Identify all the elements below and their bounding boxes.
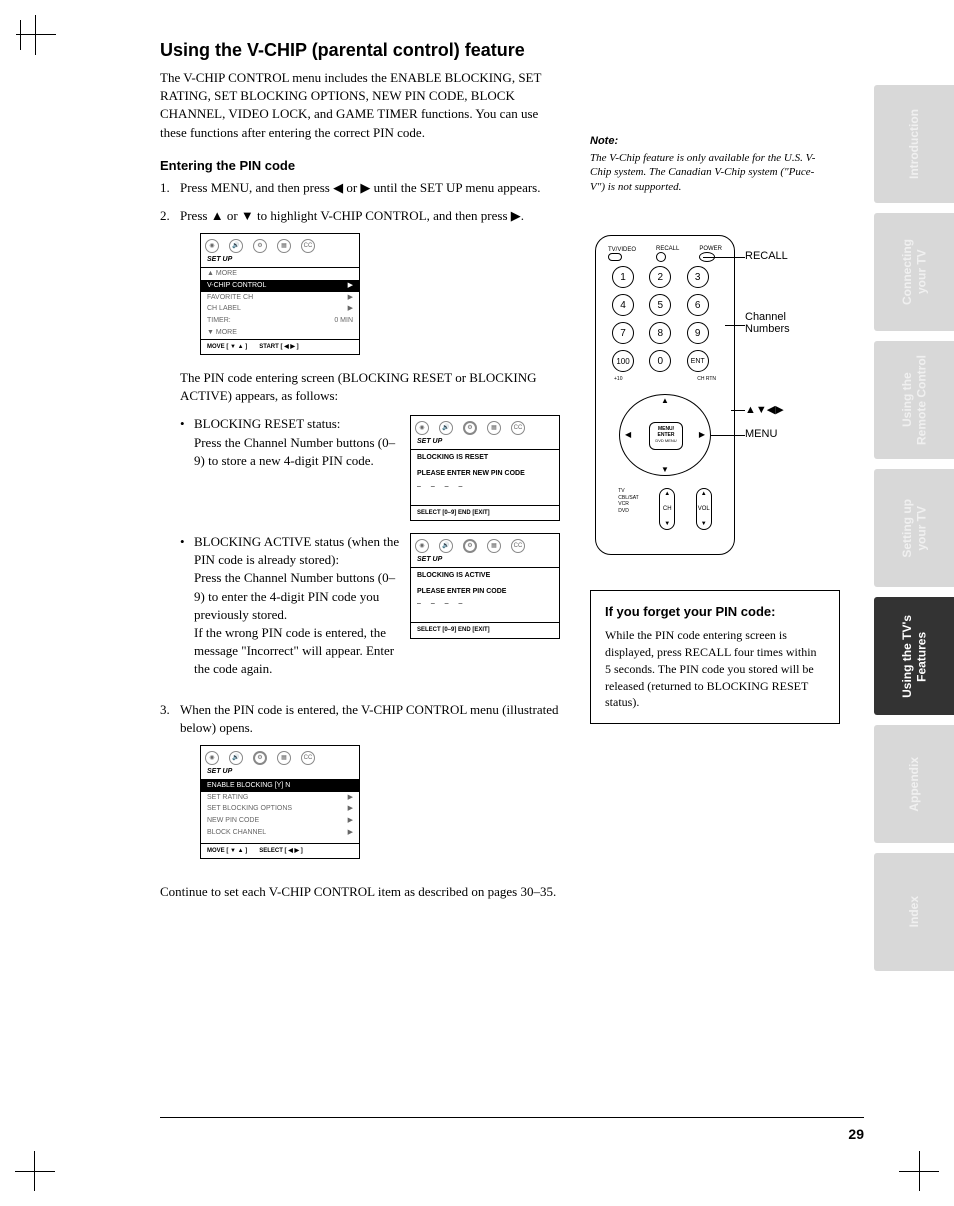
osd-blocking-active: ◉ 🔊 ⚙ ▦ CC SET UP BLOCKING IS ACTIVE PLE… — [410, 533, 560, 639]
ent-button: ENT — [687, 350, 709, 372]
step-3: 3. When the PIN code is entered, the V-C… — [160, 701, 560, 874]
audio-icon: 🔊 — [229, 239, 243, 253]
num-0: 0 — [649, 350, 671, 372]
theater-icon: ▦ — [277, 751, 291, 765]
menu-button: MENU/ ENTERDVD MENU — [649, 422, 683, 450]
setup-icon: ⚙ — [463, 539, 477, 553]
picture-icon: ◉ — [415, 421, 429, 435]
picture-icon: ◉ — [205, 751, 219, 765]
tip-box: If you forget your PIN code: While the P… — [590, 590, 840, 724]
theater-icon: ▦ — [487, 421, 501, 435]
cc-icon: CC — [511, 421, 525, 435]
note-block: Note: The V-Chip feature is only availab… — [590, 135, 820, 194]
bullet-active: • BLOCKING ACTIVE status (when the PIN c… — [180, 533, 400, 679]
page-number: 29 — [848, 1126, 864, 1142]
callout-recall: RECALL — [745, 250, 788, 262]
num-6: 6 — [687, 294, 709, 316]
vol-rocker: ▲VOL▼ — [696, 488, 712, 530]
setup-icon: ⚙ — [253, 239, 267, 253]
callout-channel: Channel Numbers — [745, 311, 790, 335]
num-1: 1 — [612, 266, 634, 288]
intro-text: The V-CHIP CONTROL menu includes the ENA… — [160, 69, 560, 142]
theater-icon: ▦ — [487, 539, 501, 553]
page-heading: Using the V-CHIP (parental control) feat… — [160, 40, 894, 61]
remote-diagram: TV/VIDEO RECALL POWER 1 2 3 4 5 6 7 8 9 … — [595, 235, 875, 555]
callout-menu: MENU — [745, 428, 777, 440]
picture-icon: ◉ — [415, 539, 429, 553]
audio-icon: 🔊 — [229, 751, 243, 765]
picture-icon: ◉ — [205, 239, 219, 253]
ch-rocker: ▲CH▼ — [659, 488, 675, 530]
num-5: 5 — [649, 294, 671, 316]
bullet-reset: • BLOCKING RESET status: Press the Chann… — [180, 415, 400, 470]
num-4: 4 — [612, 294, 634, 316]
audio-icon: 🔊 — [439, 421, 453, 435]
callout-arrows: ▲▼◀▶ — [745, 403, 784, 416]
continue-text: Continue to set each V-CHIP CONTROL item… — [160, 883, 560, 901]
osd-setup-menu: ◉ 🔊 ⚙ ▦ CC SET UP ▲ MORE V-CHIP CONTROL▶… — [200, 233, 360, 355]
audio-icon: 🔊 — [439, 539, 453, 553]
cc-icon: CC — [301, 751, 315, 765]
num-7: 7 — [612, 322, 634, 344]
step-2-after: The PIN code entering screen (BLOCKING R… — [180, 369, 560, 405]
dpad: MENU/ ENTERDVD MENU ▲ ▼ ◀ ▶ — [615, 390, 715, 480]
osd-blocking-reset: ◉ 🔊 ⚙ ▦ CC SET UP BLOCKING IS RESET PLEA… — [410, 415, 560, 521]
step-1: 1. Press MENU, and then press ◀ or ▶ unt… — [160, 179, 560, 197]
num-100: 100 — [612, 350, 634, 372]
num-8: 8 — [649, 322, 671, 344]
setup-icon: ⚙ — [463, 421, 477, 435]
osd-vchip-control: ◉ 🔊 ⚙ ▦ CC SET UP ENABLE BLOCKING [Y] N … — [200, 745, 360, 859]
theater-icon: ▦ — [277, 239, 291, 253]
cc-icon: CC — [301, 239, 315, 253]
setup-icon: ⚙ — [253, 751, 267, 765]
tvvideo-button — [608, 253, 622, 261]
num-2: 2 — [649, 266, 671, 288]
num-3: 3 — [687, 266, 709, 288]
step-2: 2. Press ▲ or ▼ to highlight V-CHIP CONT… — [160, 207, 560, 406]
num-9: 9 — [687, 322, 709, 344]
cc-icon: CC — [511, 539, 525, 553]
recall-button — [654, 250, 668, 264]
